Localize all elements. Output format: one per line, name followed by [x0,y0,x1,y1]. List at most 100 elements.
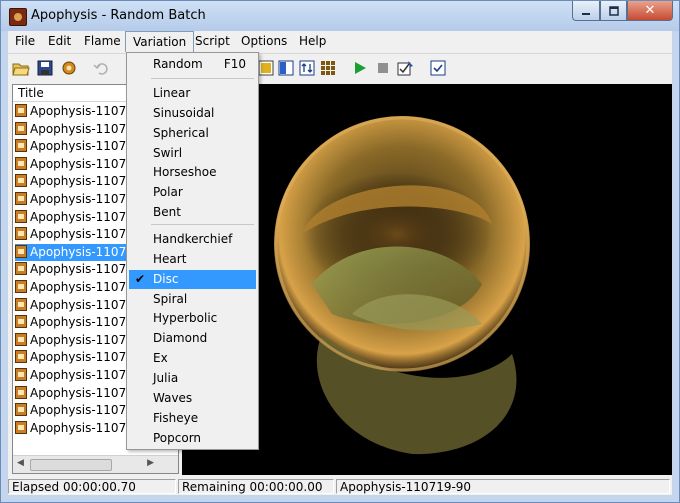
scroll-right-icon[interactable]: ▶ [147,458,154,468]
variation-item-heart[interactable]: Heart [129,250,256,269]
play-icon [355,62,366,74]
variation-item-label: Disc [153,271,179,286]
menu-separator [151,224,254,225]
menu-variation[interactable]: Variation [125,31,195,52]
variation-item-label: Spherical [153,125,209,140]
flame-file-icon [15,156,27,170]
variation-item-fisheye[interactable]: Fisheye [129,409,256,428]
menu-script[interactable]: Script [188,31,237,51]
variation-item-label: Bent [153,205,181,220]
open-folder-icon [12,63,30,76]
apophysis-app-icon[interactable] [9,8,27,26]
minimize-button[interactable] [572,1,600,21]
variation-item-label: Julia [153,370,179,385]
flame-file-icon [15,227,27,241]
menu-separator [151,78,254,79]
variation-item-label: Waves [153,390,193,405]
variation-random-item[interactable]: Random F10 [129,55,256,74]
variation-item-label: Popcorn [153,430,202,445]
flame-file-icon [15,385,27,399]
variation-item-horseshoe[interactable]: Horseshoe [129,163,256,182]
status-elapsed: Elapsed 00:00:00.70 [8,479,176,494]
client-area: File Edit Flame Variation Script Options… [8,31,672,495]
variation-item-sinusoidal[interactable]: Sinusoidal [129,104,256,123]
status-bar: Elapsed 00:00:00.70 Remaining 00:00:00.0… [8,477,672,495]
flame-file-icon [15,350,27,364]
menu-bar: File Edit Flame Variation Script Options… [8,31,672,52]
grid-dots-icon [321,61,335,75]
variation-item-polar[interactable]: Polar [129,183,256,202]
menu-edit[interactable]: Edit [41,31,78,51]
flame-file-icon [15,174,27,188]
flame-file-icon [15,244,27,258]
list-header-label: Title [18,86,44,100]
view-full-button[interactable] [257,59,275,77]
edit-check-icon [397,61,413,76]
view-split-button[interactable] [277,59,295,77]
variation-item-hyperbolic[interactable]: Hyperbolic [129,309,256,328]
stop-render-button[interactable] [374,59,392,77]
horizontal-scrollbar[interactable]: ◀ ▶ [13,455,178,473]
variation-item-waves[interactable]: Waves [129,389,256,408]
flame-file-icon [15,121,27,135]
save-button[interactable] [36,59,54,77]
save-disk-icon [37,60,53,76]
flame-file-icon [15,104,27,117]
grid-button[interactable] [319,59,337,77]
variation-item-ex[interactable]: Ex [129,349,256,368]
flame-file-icon [15,315,27,329]
view-split-icon [278,60,294,76]
variation-item-diamond[interactable]: Diamond [129,329,256,348]
variation-item-popcorn[interactable]: Popcorn [129,429,256,448]
flame-file-icon [15,280,27,293]
open-button[interactable] [12,59,30,77]
settings-button[interactable] [60,59,78,77]
variation-item-spherical[interactable]: Spherical [129,124,256,143]
variation-item-swirl[interactable]: Swirl [129,144,256,163]
flame-file-icon [15,420,27,434]
close-button[interactable]: ✕ [627,1,673,21]
title-bar[interactable]: Apophysis - Random Batch ✕ [1,1,679,31]
menu-help[interactable]: Help [292,31,333,51]
variation-random-shortcut: F10 [223,57,246,71]
variation-item-disc[interactable]: ✔ Disc [129,269,256,289]
variation-item-label: Heart [153,251,187,266]
variation-item-label: Diamond [153,331,208,346]
status-current-flame: Apophysis-110719-90 [336,479,670,494]
variation-item-label: Linear [153,86,191,100]
checklist-icon [430,60,446,76]
maximize-button[interactable] [600,1,627,21]
toolbar [8,53,672,82]
window-controls: ✕ [572,1,673,21]
close-icon: ✕ [644,3,656,18]
undo-button[interactable] [92,59,110,77]
variation-item-label: Handkerchief [153,232,233,246]
maximize-icon [608,5,619,16]
variation-item-label: Hyperbolic [153,311,218,326]
play-render-button[interactable] [351,59,369,77]
variation-dropdown-menu: Random F10 Linear Sinusoidal Spherical Swir… [126,52,259,450]
flame-file-icon [15,262,27,276]
flame-file-icon [15,139,27,153]
checkmark-icon: ✔ [135,271,146,286]
scrollbar-thumb[interactable] [30,459,112,471]
gear-icon [62,61,76,75]
variation-item-julia[interactable]: Julia [129,369,256,388]
edit-button[interactable] [397,59,415,77]
menu-flame[interactable]: Flame [77,31,128,51]
variation-item-handkerchief[interactable]: Handkerchief [129,230,256,249]
variation-item-label: Spiral [153,291,188,306]
menu-options[interactable]: Options [234,31,294,51]
menu-file[interactable]: File [8,31,42,51]
checklist-button[interactable] [429,59,447,77]
sort-button[interactable] [298,59,316,77]
variation-item-linear[interactable]: Linear [129,84,256,103]
variation-item-spiral[interactable]: Spiral [129,290,256,309]
variation-item-bent[interactable]: Bent [129,203,256,222]
undo-icon [93,63,108,75]
app-window: Apophysis - Random Batch ✕ File Edit Fla… [0,0,680,503]
scroll-left-icon[interactable]: ◀ [17,458,24,468]
status-remaining: Remaining 00:00:00.00 [178,479,334,494]
minimize-icon [582,12,590,15]
variation-item-label: Ex [153,351,168,366]
